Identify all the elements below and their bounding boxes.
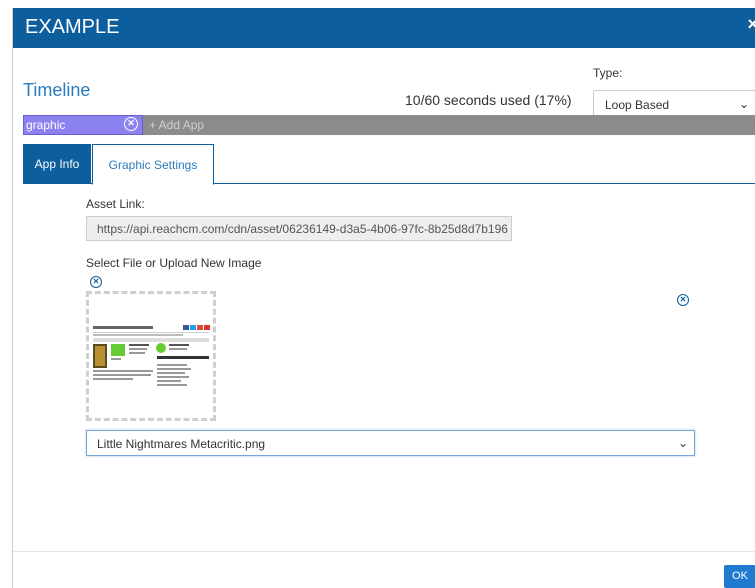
type-select[interactable]: Loop Based ⌄ (593, 90, 755, 118)
timeline-title: Timeline (23, 80, 91, 100)
file-select[interactable]: Little Nightmares Metacritic.png ⌄ (86, 430, 695, 456)
select-file-label: Select File or Upload New Image (86, 256, 262, 270)
clear-image-icon[interactable]: ✕ (90, 276, 102, 288)
seconds-used-text: 10/60 seconds used (17%) (405, 92, 572, 108)
ok-button[interactable]: OK (724, 565, 755, 588)
asset-link-label: Asset Link: (86, 197, 145, 211)
add-app-button[interactable]: + Add App (149, 118, 204, 132)
asset-link-field[interactable]: https://api.reachcm.com/cdn/asset/062361… (86, 216, 512, 241)
app-timeline-bar: graphic ✕ + Add App (23, 115, 755, 135)
app-chip-graphic[interactable]: graphic ✕ (23, 115, 143, 135)
close-icon[interactable]: × (747, 14, 755, 35)
tab-app-info[interactable]: App Info (23, 144, 91, 184)
remove-image-icon[interactable]: ✕ (677, 294, 689, 306)
modal-header: EXAMPLE × (13, 8, 755, 48)
file-select-value: Little Nightmares Metacritic.png (97, 437, 266, 451)
image-thumbnail (91, 324, 211, 390)
tab-graphic-settings[interactable]: Graphic Settings (92, 144, 214, 185)
type-select-value: Loop Based (605, 98, 670, 112)
chevron-down-icon: ⌄ (677, 436, 688, 450)
app-chip-label: graphic (26, 118, 66, 132)
remove-app-icon[interactable]: ✕ (124, 117, 138, 131)
tab-bar: App Info Graphic Settings (23, 144, 755, 185)
footer-divider (13, 551, 755, 552)
chevron-down-icon: ⌄ (738, 97, 749, 111)
type-label: Type: (593, 66, 623, 80)
modal-title: EXAMPLE (25, 16, 120, 38)
modal-dialog: EXAMPLE × Timeline 10/60 seconds used (1… (12, 8, 755, 588)
image-dropzone[interactable] (86, 291, 216, 421)
